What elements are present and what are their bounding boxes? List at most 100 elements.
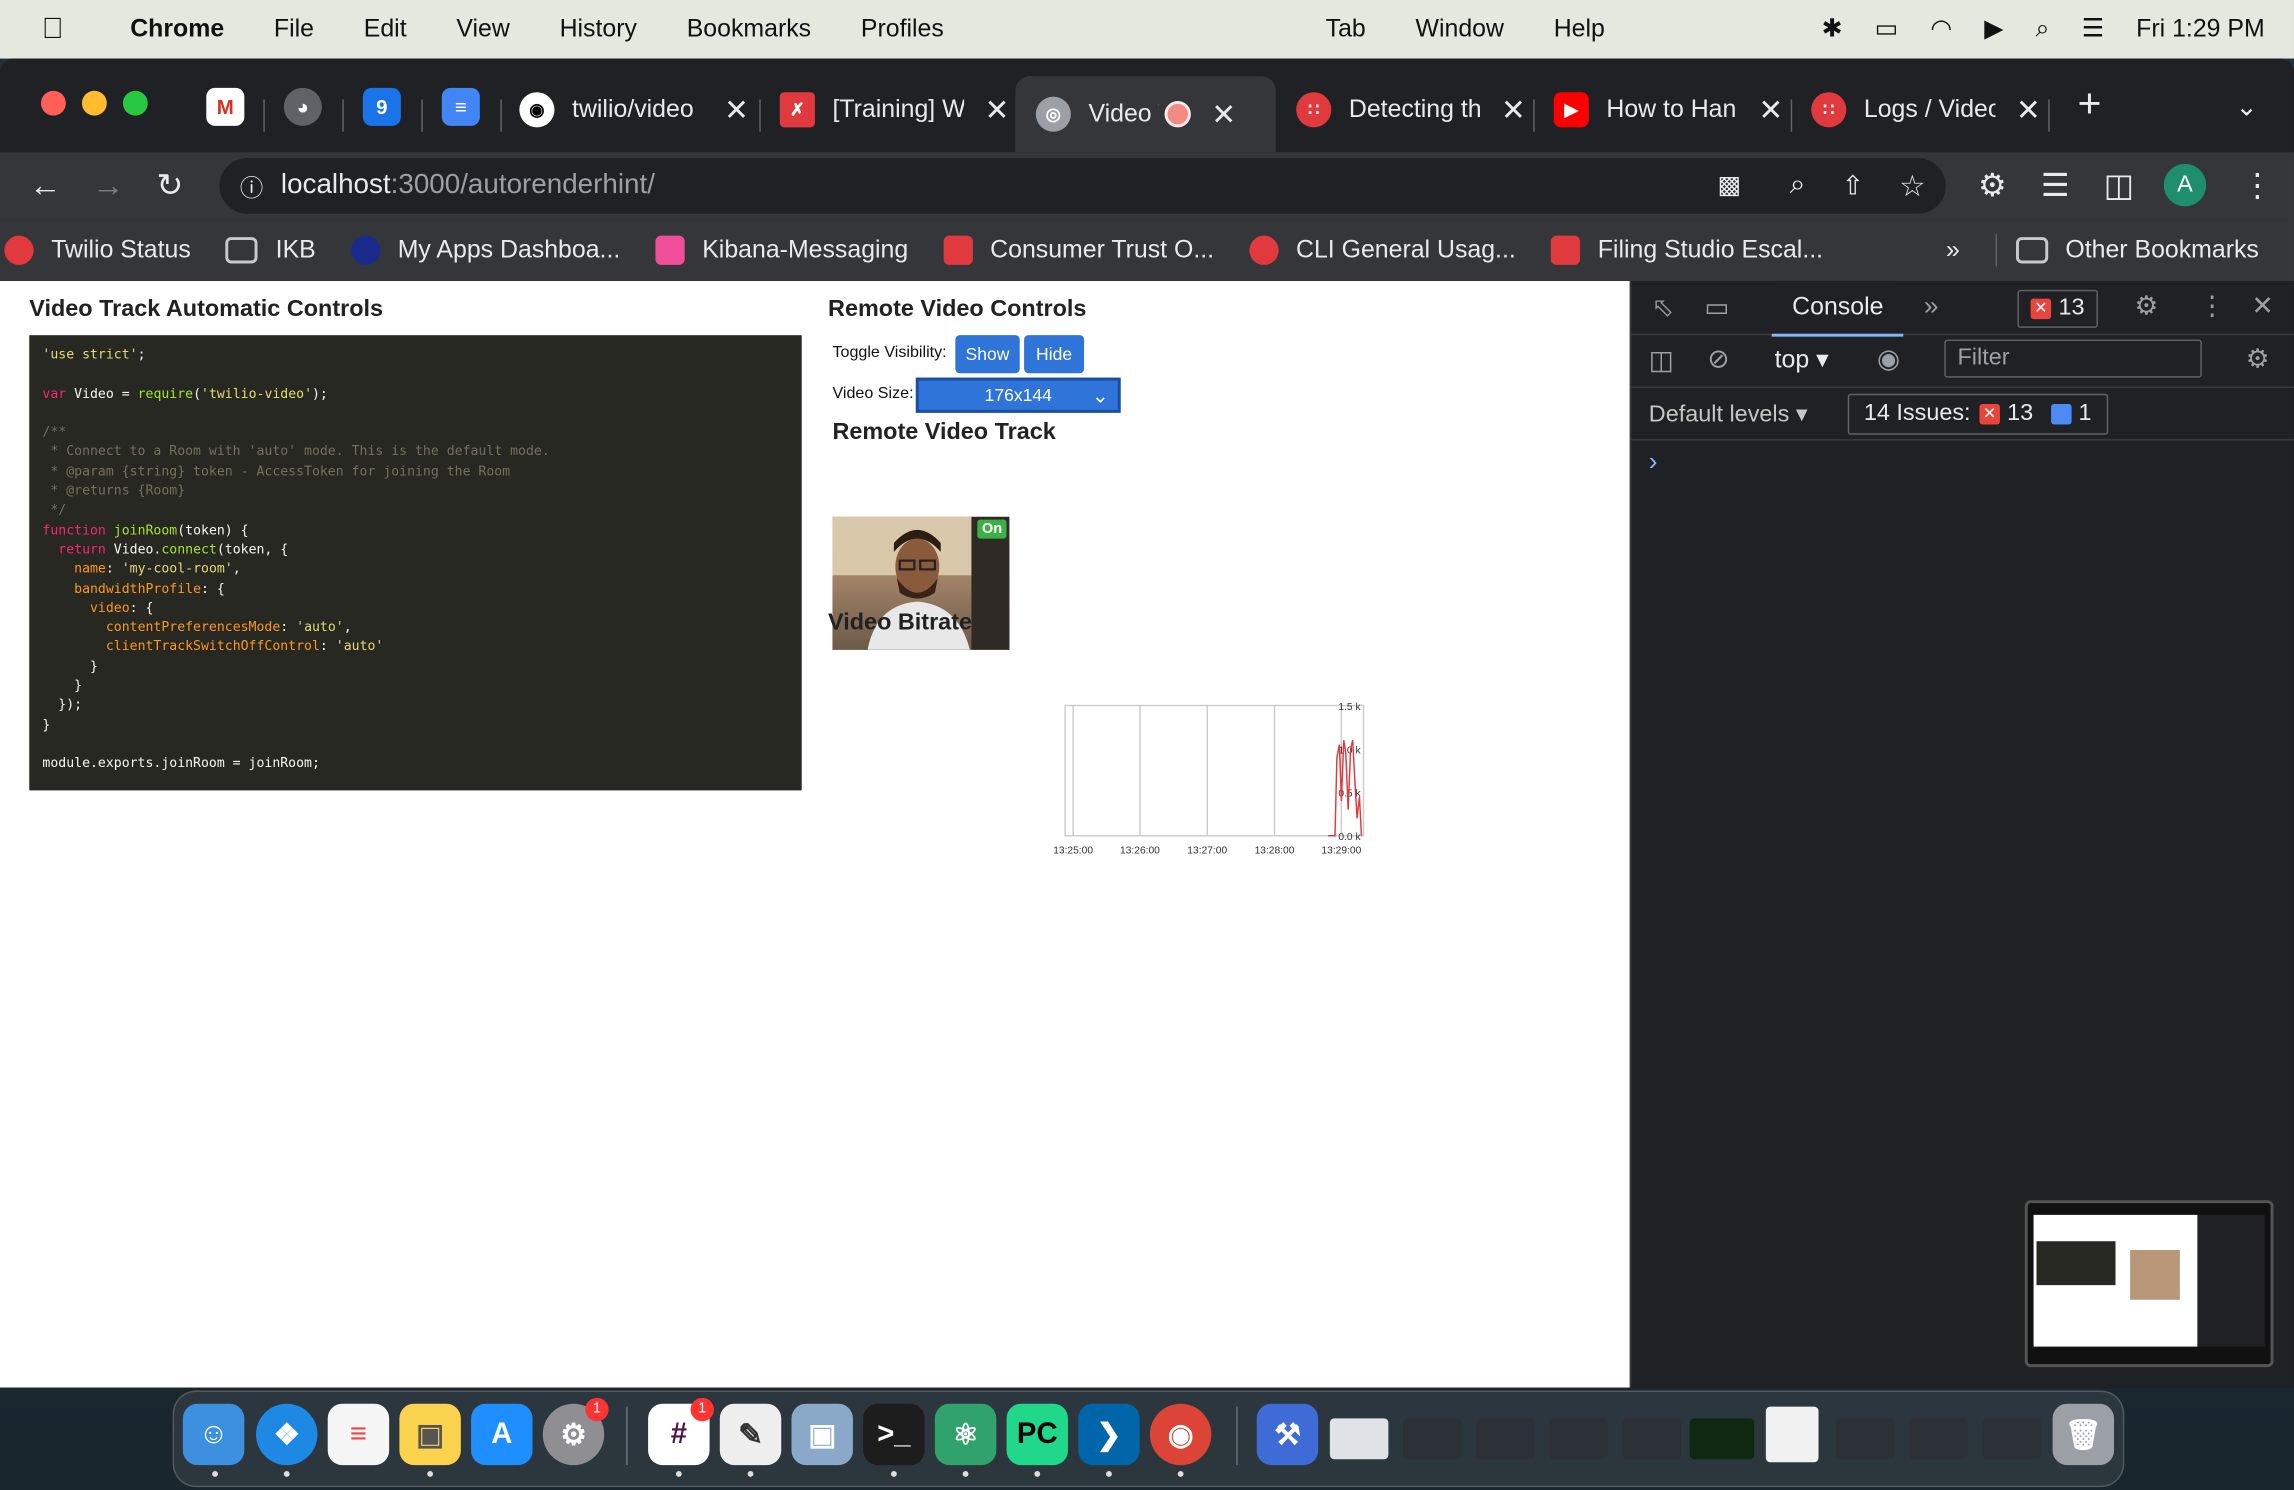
reminders-icon[interactable]: ≡ [327, 1403, 390, 1466]
context-selector[interactable]: top ▾ [1775, 345, 1829, 374]
menu-tab[interactable]: Tab [1301, 15, 1391, 44]
more-tabs-icon[interactable]: » [1924, 291, 1939, 322]
site-info-icon[interactable]: ⓘ [240, 168, 263, 203]
notes-icon[interactable]: ▣ [399, 1403, 461, 1466]
tab-logs[interactable]: ∷ Logs / Video ✕ [1811, 79, 2041, 140]
address-bar[interactable]: ⓘ localhost :3000/autorenderhint/ ▩ ⌕ ⇧ … [219, 158, 1946, 214]
side-panel-icon[interactable]: ◫ [2104, 167, 2134, 205]
textedit-icon[interactable]: ✎ [719, 1403, 782, 1466]
atom-icon[interactable]: ⚛ [934, 1403, 997, 1466]
menu-bookmarks[interactable]: Bookmarks [662, 15, 836, 44]
screenshot-thumbnail[interactable] [2024, 1200, 2274, 1368]
minimized-window-icon[interactable] [1329, 1418, 1389, 1460]
pycharm-icon[interactable]: PC [1006, 1403, 1068, 1466]
app-store-icon[interactable]: A [471, 1403, 533, 1466]
reload-icon[interactable]: ↻ [157, 167, 184, 205]
bookmark-ikb[interactable]: IKB [225, 236, 316, 265]
gmail-tab-icon[interactable]: M [206, 87, 245, 126]
bookmark-star-icon[interactable]: ☆ [1899, 168, 1925, 205]
safari-icon[interactable]: ❖ [256, 1403, 318, 1466]
apple-menu-icon[interactable]:  [0, 12, 105, 46]
settings-gear-icon[interactable]: ⚙ [2135, 291, 2159, 322]
zoom-icon[interactable]: ⌕ [1790, 170, 1806, 202]
tab-github[interactable]: ◉ twilio/video ✕ [519, 79, 749, 140]
camera-icon[interactable]: ▩ [1717, 171, 1740, 200]
tab-close-icon[interactable]: ✕ [724, 91, 749, 128]
inspect-element-icon[interactable]: ⬁ [1652, 293, 1674, 324]
forward-icon[interactable]: → [92, 167, 124, 205]
media-control-icon[interactable]: ☰ [2041, 167, 2070, 205]
tab-close-icon[interactable]: ✕ [1759, 91, 1784, 128]
bookmark-other[interactable]: Other Bookmarks [2015, 236, 2259, 265]
close-devtools-icon[interactable]: ✕ [2252, 291, 2274, 322]
minimized-window-icon[interactable] [1909, 1418, 1968, 1460]
menu-clock[interactable]: Fri 1:29 PM [2120, 15, 2294, 44]
trash-icon[interactable]: 🗑 [2052, 1403, 2115, 1466]
calendar-tab-icon[interactable]: 9 [362, 87, 401, 126]
share-icon[interactable]: ⇧ [1842, 171, 1864, 202]
clear-console-icon[interactable]: ⊘ [1707, 344, 1729, 375]
minimized-window-icon[interactable] [1689, 1418, 1755, 1460]
play-icon[interactable]: ▶ [1968, 15, 2019, 44]
console-prompt[interactable]: › [1649, 446, 1658, 477]
tab-close-icon[interactable]: ✕ [1501, 91, 1526, 128]
minimized-window-icon[interactable] [1836, 1418, 1895, 1460]
minimize-window-icon[interactable] [81, 90, 107, 116]
xcode-instruments-icon[interactable]: ⚒ [1256, 1403, 1319, 1466]
docs-tab-icon[interactable]: ≡ [441, 87, 480, 126]
minimized-window-icon[interactable] [1549, 1418, 1608, 1460]
bookmarks-overflow[interactable]: » [1946, 236, 1960, 265]
new-tab-icon[interactable]: + [2077, 83, 2101, 124]
bookmark-cli-general[interactable]: CLI General Usag... [1249, 235, 1516, 265]
bookmark-my-apps[interactable]: My Apps Dashboa... [350, 235, 620, 265]
video-size-select[interactable]: 176x144 ⌄ [915, 377, 1121, 413]
minimized-window-icon[interactable] [1982, 1418, 2041, 1460]
spotlight-search-icon[interactable]: ⌕ [2019, 15, 2065, 44]
menu-edit[interactable]: Edit [339, 15, 432, 44]
control-center-icon[interactable]: ☰ [2066, 15, 2120, 44]
minimized-window-icon[interactable] [1765, 1406, 1819, 1463]
tab-youtube[interactable]: ▶ How to Han ✕ [1553, 79, 1784, 140]
chrome-icon[interactable]: ◉ [1149, 1403, 1212, 1466]
minimized-window-icon[interactable] [1403, 1418, 1462, 1460]
menu-file[interactable]: File [249, 15, 339, 44]
hide-button[interactable]: Hide [1024, 335, 1085, 374]
console-settings-icon[interactable]: ⚙ [2246, 344, 2270, 375]
tab-video-active[interactable]: ◎ Video T ✕ [1015, 76, 1276, 153]
wifi-icon[interactable]: ◠ [1914, 15, 1968, 44]
tab-training[interactable]: ✗ [Training] W ✕ [779, 79, 1010, 140]
console-filter-input[interactable]: Filter [1944, 339, 2202, 378]
tab-close-icon[interactable]: ✕ [985, 91, 1010, 128]
terminal-icon[interactable]: >_ [863, 1403, 925, 1466]
zoom-window-icon[interactable] [122, 90, 148, 116]
menu-view[interactable]: View [431, 15, 534, 44]
menu-help[interactable]: Help [1529, 15, 1630, 44]
log-levels-dropdown[interactable]: Default levels ▾ [1649, 400, 1808, 429]
minimized-window-icon[interactable] [1476, 1418, 1535, 1460]
menu-app-name[interactable]: Chrome [105, 15, 249, 44]
tab-console[interactable]: Console [1771, 281, 1904, 337]
extensions-icon[interactable]: ⚙ [1978, 167, 2007, 205]
sidebar-toggle-icon[interactable]: ◫ [1649, 345, 1674, 376]
issues-button[interactable]: 14 Issues: ✕ 13 1 [1847, 393, 2108, 435]
menu-profiles[interactable]: Profiles [836, 15, 969, 44]
pinned-tab-icon[interactable]: ◕ [283, 87, 322, 126]
profile-avatar[interactable]: A [2163, 163, 2207, 207]
tab-close-icon[interactable]: ✕ [1211, 96, 1236, 133]
preview-icon[interactable]: ▣ [791, 1403, 853, 1466]
live-expression-eye-icon[interactable]: ◉ [1877, 344, 1900, 375]
bookmark-filing-studio[interactable]: Filing Studio Escal... [1550, 235, 1823, 265]
bookmark-kibana[interactable]: Kibana-Messaging [655, 235, 908, 265]
back-icon[interactable]: ← [29, 167, 61, 205]
close-window-icon[interactable] [40, 90, 66, 116]
error-counter[interactable]: ✕ 13 [2017, 289, 2098, 328]
show-button[interactable]: Show [955, 335, 1020, 374]
tab-close-icon[interactable]: ✕ [2016, 91, 2041, 128]
device-toolbar-icon[interactable]: ▭ [1704, 293, 1729, 324]
battery-icon[interactable]: ▭ [1859, 15, 1915, 44]
browser-menu-icon[interactable]: ⋮ [2241, 167, 2273, 205]
tab-search-chevron-icon[interactable]: ⌄ [2235, 88, 2257, 126]
menu-history[interactable]: History [535, 15, 662, 44]
tab-detecting[interactable]: ∷ Detecting th ✕ [1296, 79, 1526, 140]
finder-icon[interactable]: ☺ [182, 1403, 245, 1466]
